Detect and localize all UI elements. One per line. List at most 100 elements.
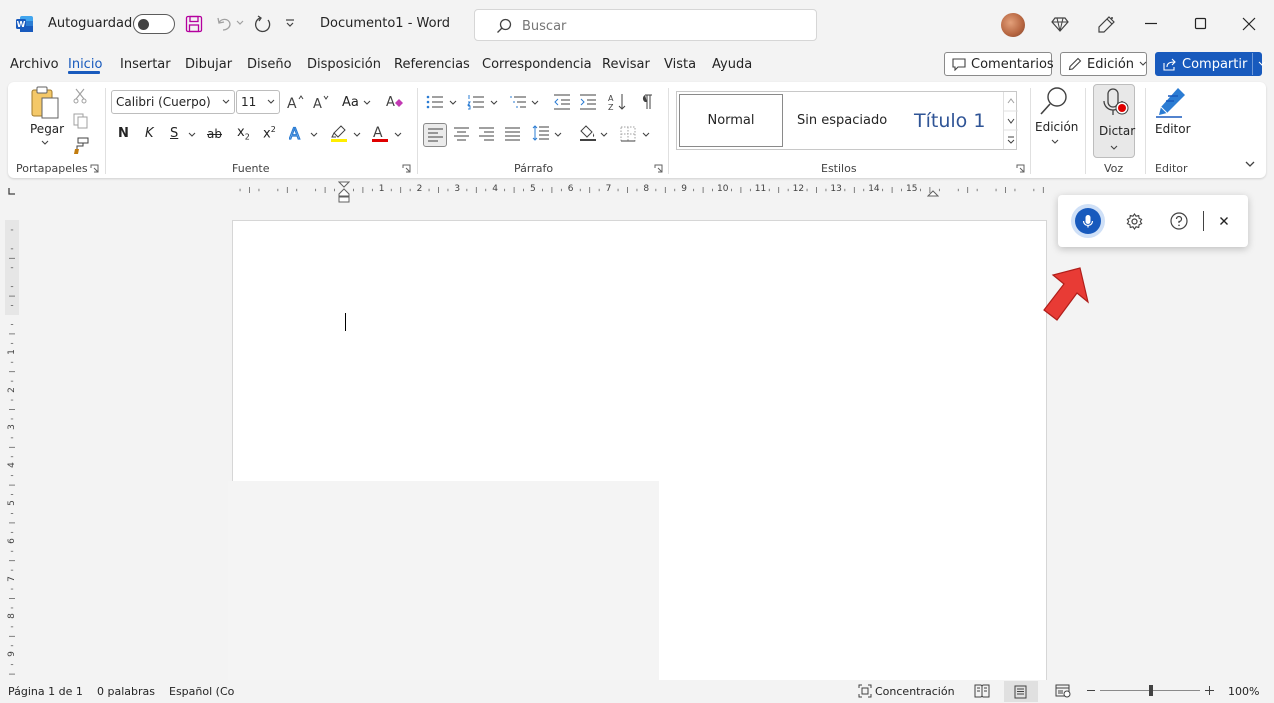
- help-icon[interactable]: [1170, 212, 1188, 230]
- close-icon[interactable]: [1219, 216, 1229, 226]
- vertical-ruler[interactable]: [5, 220, 19, 680]
- chevron-down-icon[interactable]: [554, 132, 562, 138]
- align-left-button[interactable]: [423, 123, 447, 147]
- find-search-icon[interactable]: [1038, 85, 1072, 117]
- chevron-down-icon[interactable]: [600, 132, 608, 138]
- undo-icon[interactable]: [215, 15, 233, 33]
- editor-button[interactable]: Editor: [1155, 122, 1191, 136]
- tab-ayuda[interactable]: Ayuda: [712, 57, 752, 72]
- shading-icon[interactable]: [579, 124, 597, 142]
- save-icon[interactable]: [185, 15, 203, 33]
- dialog-launcher-icon[interactable]: [402, 164, 411, 173]
- bold-button[interactable]: N: [118, 126, 129, 141]
- right-indent-marker-icon[interactable]: [927, 189, 939, 197]
- chevron-down-icon[interactable]: [394, 132, 402, 138]
- chevron-down-icon[interactable]: [1051, 139, 1059, 145]
- superscript-button[interactable]: x2: [263, 125, 276, 141]
- chevron-down-icon[interactable]: [490, 100, 498, 106]
- diamond-icon[interactable]: [1051, 15, 1069, 33]
- horizontal-ruler[interactable]: [232, 183, 1047, 197]
- tab-correspondencia[interactable]: Correspondencia: [482, 57, 592, 72]
- font-size-combo[interactable]: 11: [236, 90, 280, 114]
- sort-icon[interactable]: AZ: [608, 93, 628, 111]
- show-formatting-marks-icon[interactable]: [639, 94, 653, 110]
- style-heading-1[interactable]: Título 1: [914, 94, 985, 147]
- paste-icon[interactable]: [30, 86, 60, 120]
- borders-icon[interactable]: [620, 126, 636, 142]
- comments-button[interactable]: Comentarios: [944, 52, 1054, 76]
- tab-selector-icon[interactable]: [8, 187, 16, 195]
- paste-dropdown-icon[interactable]: [41, 140, 49, 146]
- print-layout-button[interactable]: [1004, 681, 1038, 702]
- subscript-button[interactable]: x2: [237, 125, 250, 142]
- clear-formatting-icon[interactable]: A: [386, 93, 404, 111]
- zoom-slider-thumb[interactable]: [1149, 685, 1153, 696]
- tab-archivo[interactable]: Archivo: [10, 57, 59, 72]
- chevron-down-icon[interactable]: [353, 132, 361, 138]
- style-normal[interactable]: Normal: [679, 94, 783, 147]
- underline-button[interactable]: S: [170, 126, 178, 141]
- font-name-combo[interactable]: Calibri (Cuerpo): [111, 90, 235, 114]
- bullets-icon[interactable]: [426, 94, 444, 110]
- tab-disposicion[interactable]: Disposición: [307, 57, 381, 72]
- numbering-icon[interactable]: [467, 94, 485, 110]
- zoom-level[interactable]: 100%: [1228, 685, 1259, 698]
- tab-dibujar[interactable]: Dibujar: [185, 57, 232, 72]
- line-spacing-icon[interactable]: [532, 125, 550, 141]
- highlighter-icon[interactable]: [330, 124, 350, 144]
- minimize-icon[interactable]: [1144, 16, 1158, 30]
- decrease-indent-icon[interactable]: [553, 94, 571, 110]
- tab-insertar[interactable]: Insertar: [120, 57, 171, 72]
- text-effects-icon[interactable]: A: [289, 124, 307, 142]
- shrink-font-icon[interactable]: A: [313, 94, 331, 110]
- dictate-button[interactable]: Dictar: [1093, 84, 1135, 158]
- maximize-icon[interactable]: [1194, 17, 1208, 31]
- grow-font-icon[interactable]: A: [287, 94, 305, 110]
- customize-qat-icon[interactable]: [284, 18, 296, 30]
- page-count[interactable]: Página 1 de 1: [8, 685, 83, 698]
- dictation-mic-button[interactable]: [1071, 204, 1105, 238]
- chevron-down-icon[interactable]: [449, 100, 457, 106]
- change-case-label[interactable]: Aa: [342, 95, 359, 110]
- strikethrough-button[interactable]: ab: [207, 127, 222, 141]
- chevron-down-icon[interactable]: [642, 132, 650, 138]
- tab-diseno[interactable]: Diseño: [247, 57, 292, 72]
- editor-pen-icon[interactable]: [1154, 86, 1188, 118]
- increase-indent-icon[interactable]: [579, 94, 597, 110]
- redo-icon[interactable]: [253, 14, 273, 34]
- tab-referencias[interactable]: Referencias: [394, 57, 470, 72]
- format-painter-icon[interactable]: [71, 137, 89, 155]
- cut-icon[interactable]: [73, 88, 87, 104]
- editing-mode-button[interactable]: Edición: [1060, 52, 1147, 76]
- dialog-launcher-icon[interactable]: [654, 164, 663, 173]
- justify-icon[interactable]: [505, 127, 520, 141]
- align-right-icon[interactable]: [479, 127, 494, 141]
- search-box[interactable]: [474, 9, 817, 41]
- collapse-ribbon-icon[interactable]: [1245, 161, 1255, 168]
- italic-button[interactable]: K: [145, 126, 154, 141]
- chevron-down-icon[interactable]: [310, 132, 318, 138]
- chevron-down-icon[interactable]: [1252, 53, 1266, 75]
- tab-inicio[interactable]: Inicio: [68, 57, 102, 72]
- multilevel-list-icon[interactable]: [509, 94, 527, 110]
- zoom-in-icon[interactable]: [1205, 686, 1214, 695]
- dialog-launcher-icon[interactable]: [1016, 164, 1025, 173]
- avatar[interactable]: [1001, 13, 1025, 37]
- editing-group-button[interactable]: Edición: [1035, 120, 1078, 134]
- chevron-down-icon[interactable]: [188, 132, 196, 138]
- style-no-spacing[interactable]: Sin espaciado: [797, 94, 887, 147]
- chevron-down-icon[interactable]: [531, 100, 539, 106]
- share-button[interactable]: Compartir: [1155, 52, 1266, 76]
- zoom-out-icon[interactable]: [1087, 690, 1095, 691]
- gallery-scrollbar[interactable]: [1003, 92, 1018, 149]
- tab-vista[interactable]: Vista: [664, 57, 696, 72]
- pen-icon[interactable]: [1096, 15, 1116, 35]
- language-indicator[interactable]: Español (Co: [169, 685, 234, 698]
- settings-gear-icon[interactable]: [1126, 213, 1143, 230]
- indent-marker-icon[interactable]: [338, 181, 350, 203]
- word-count[interactable]: 0 palabras: [97, 685, 155, 698]
- close-icon[interactable]: [1241, 16, 1257, 32]
- undo-dropdown-icon[interactable]: [236, 20, 244, 26]
- copy-icon[interactable]: [73, 113, 89, 129]
- font-color-icon[interactable]: A: [371, 124, 389, 144]
